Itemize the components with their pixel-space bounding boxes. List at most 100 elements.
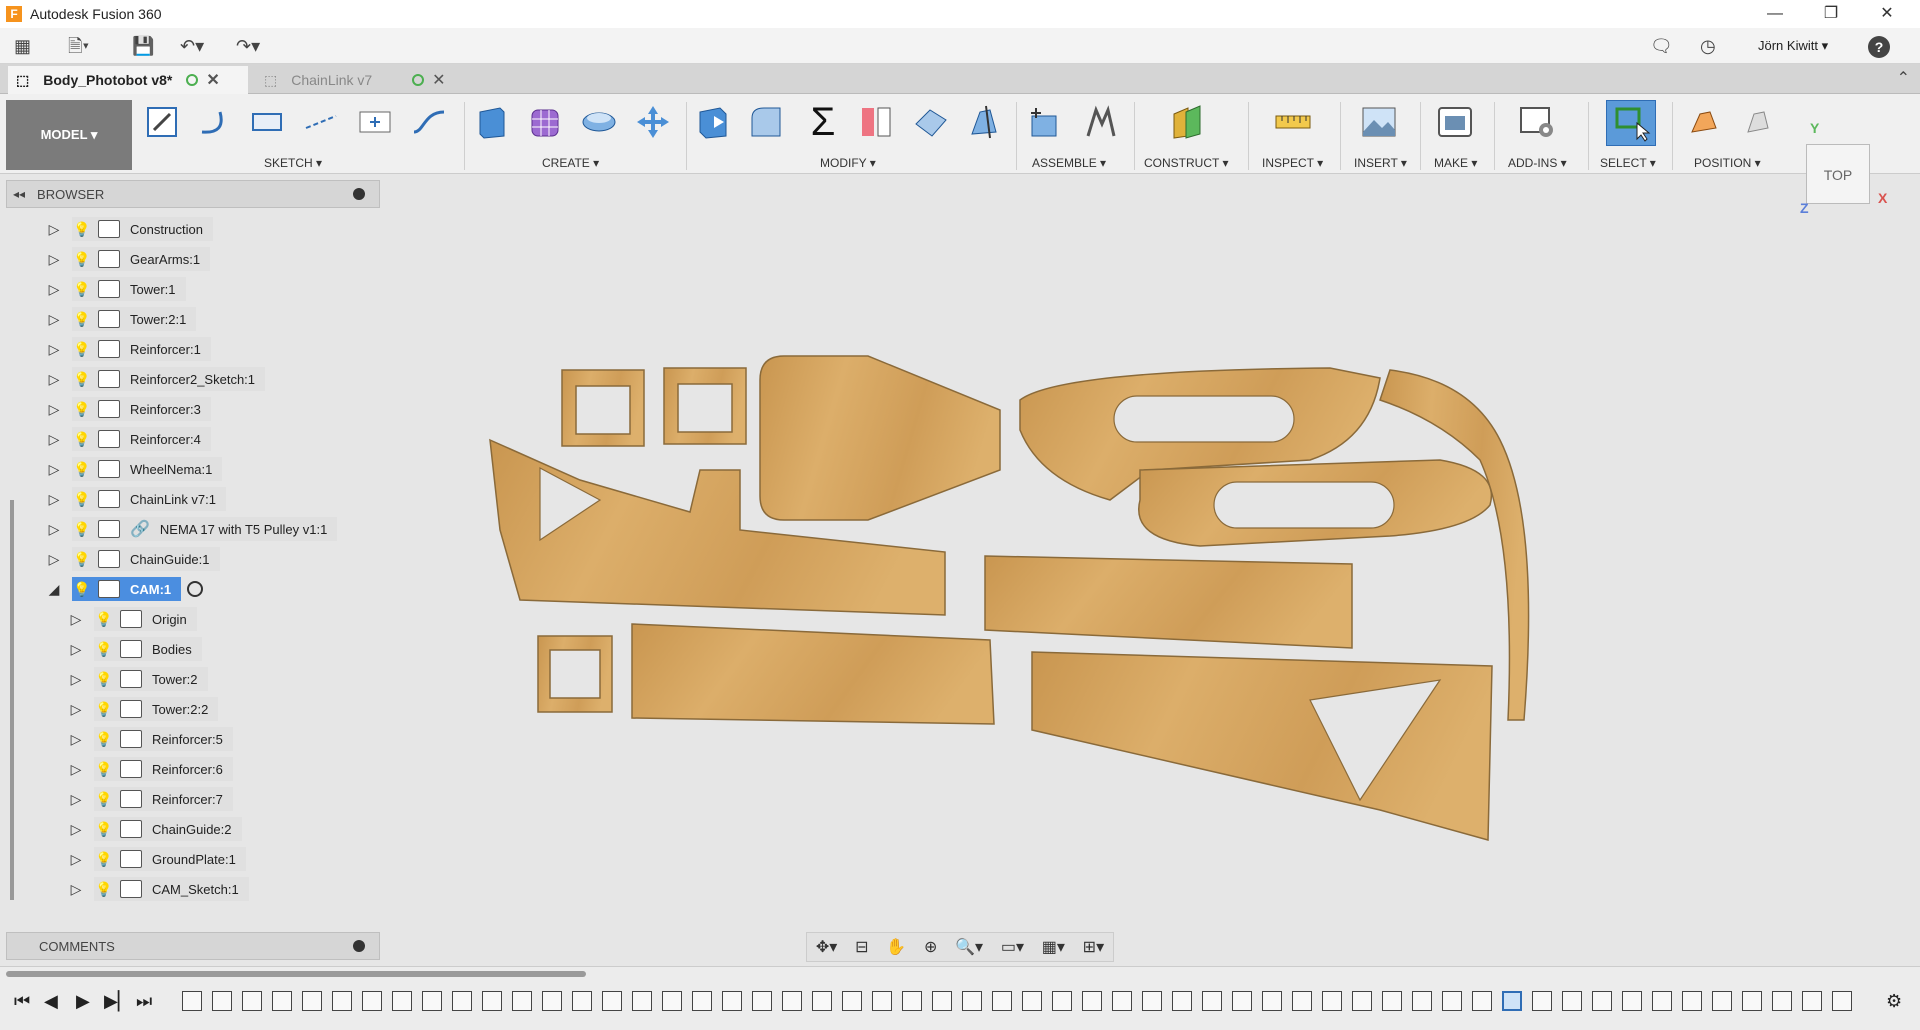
close-tab-icon[interactable]: ✕ [206, 70, 219, 90]
timeline-scrollbar[interactable] [6, 971, 586, 977]
timeline-sketch-icon[interactable] [1052, 991, 1072, 1011]
timeline-sketch-icon[interactable] [692, 991, 712, 1011]
collapse-triangle-icon[interactable]: ◢ [44, 579, 64, 599]
timeline-joint-icon[interactable] [1742, 991, 1762, 1011]
tree-item-reinforcer-7[interactable]: ▷ 💡 Reinforcer:7 [66, 786, 233, 812]
joint-icon[interactable] [1082, 104, 1120, 140]
tree-item-groundplate[interactable]: ▷ 💡 GroundPlate:1 [66, 846, 246, 872]
tree-item-chainguide-2[interactable]: ▷ 💡 ChainGuide:2 [66, 816, 242, 842]
timeline-joint-icon[interactable] [1682, 991, 1702, 1011]
line-icon[interactable] [302, 104, 340, 140]
tree-item-reinforcer-6[interactable]: ▷ 💡 Reinforcer:6 [66, 756, 233, 782]
extrude-icon[interactable] [472, 104, 510, 140]
browser-scrollbar[interactable] [10, 500, 14, 900]
make-menu[interactable]: MAKE ▾ [1434, 156, 1477, 170]
visibility-bulb-icon[interactable]: 💡 [72, 459, 92, 479]
timeline-move-icon[interactable] [572, 991, 592, 1011]
timeline-sketch-icon[interactable] [542, 991, 562, 1011]
activate-component-icon[interactable] [187, 581, 204, 597]
visibility-bulb-icon[interactable]: 💡 [94, 879, 114, 899]
insert-image-icon[interactable] [1360, 104, 1398, 140]
add-comment-icon[interactable] [353, 940, 365, 952]
visibility-bulb-icon[interactable]: 💡 [94, 759, 114, 779]
timeline-joint-icon[interactable] [1832, 991, 1852, 1011]
visibility-bulb-icon[interactable]: 💡 [94, 669, 114, 689]
pan-hand-icon[interactable]: ✋ [886, 937, 906, 957]
tree-item-chainguide-1[interactable]: ▷ 💡 ChainGuide:1 [44, 546, 220, 572]
tree-item-tower-1[interactable]: ▷ 💡 Tower:1 [44, 276, 186, 302]
collapse-ribbon-icon[interactable]: ⌃ [1897, 68, 1910, 88]
save-icon[interactable]: 💾 [132, 34, 154, 58]
visibility-bulb-icon[interactable]: 💡 [72, 549, 92, 569]
revert-position-icon[interactable] [1740, 104, 1778, 140]
timeline-sketch-icon[interactable] [482, 991, 502, 1011]
timeline-sketch-icon[interactable] [212, 991, 232, 1011]
tree-item-reinforcer-1[interactable]: ▷ 💡 Reinforcer:1 [44, 336, 211, 362]
timeline-sketch-icon[interactable] [362, 991, 382, 1011]
combine-icon[interactable] [858, 104, 896, 140]
collapse-browser-icon[interactable]: ◂◂ [13, 187, 25, 201]
tree-item-tower-2-1[interactable]: ▷ 💡 Tower:2:1 [44, 306, 197, 332]
grid-settings-icon[interactable]: ▦▾ [1042, 937, 1065, 957]
help-icon[interactable]: ? [1868, 36, 1890, 58]
viewports-icon[interactable]: ⊞▾ [1083, 937, 1104, 957]
tab-chainlink[interactable]: ⬚ ChainLink v7 ✕ [256, 66, 496, 94]
timeline-extrude-icon[interactable] [332, 991, 352, 1011]
go-to-end-icon[interactable]: ⏭ [136, 991, 152, 1012]
expand-triangle-icon[interactable]: ▷ [44, 549, 64, 569]
timeline-current-sketch-icon[interactable] [1502, 991, 1522, 1011]
step-forward-icon[interactable]: ▶▏ [104, 991, 132, 1012]
expand-triangle-icon[interactable]: ▷ [44, 489, 64, 509]
expand-triangle-icon[interactable]: ▷ [44, 339, 64, 359]
timeline-sketch-icon[interactable] [812, 991, 832, 1011]
restore-button[interactable]: ❐ [1804, 0, 1858, 28]
user-account-menu[interactable]: Jörn Kiwitt ▾ [1758, 38, 1828, 54]
file-menu-icon[interactable]: 🗎▾ [68, 34, 89, 58]
viewcube-top-face[interactable]: TOP [1806, 144, 1870, 204]
visibility-bulb-icon[interactable]: 💡 [94, 729, 114, 749]
timeline-joint-icon[interactable] [1622, 991, 1642, 1011]
timeline-sketch-icon[interactable] [1292, 991, 1312, 1011]
timeline-sketch-icon[interactable] [1232, 991, 1252, 1011]
orbit-icon[interactable]: ✥▾ [816, 937, 837, 957]
visibility-bulb-icon[interactable]: 💡 [72, 519, 92, 539]
add-ins-menu[interactable]: ADD-INS ▾ [1508, 156, 1567, 170]
display-settings-icon[interactable]: ▭▾ [1001, 937, 1024, 957]
visibility-bulb-icon[interactable]: 💡 [94, 789, 114, 809]
inspect-menu[interactable]: INSPECT ▾ [1262, 156, 1323, 170]
timeline-sketch-icon[interactable] [422, 991, 442, 1011]
tree-item-wheelnema[interactable]: ▷ 💡 WheelNema:1 [44, 456, 223, 482]
visibility-bulb-icon[interactable]: 💡 [72, 279, 92, 299]
visibility-bulb-icon[interactable]: 💡 [94, 849, 114, 869]
close-button[interactable]: ✕ [1860, 0, 1914, 28]
visibility-bulb-icon[interactable]: 💡 [72, 309, 92, 329]
timeline-sketch-icon[interactable] [1352, 991, 1372, 1011]
tree-item-reinforcer-3[interactable]: ▷ 💡 Reinforcer:3 [44, 396, 211, 422]
expand-triangle-icon[interactable]: ▷ [66, 849, 86, 869]
redo-icon[interactable]: ↷▾ [236, 34, 260, 58]
create-sketch-icon[interactable] [144, 104, 182, 140]
spline-icon[interactable] [410, 104, 448, 140]
tree-item-reinforcer2-sketch[interactable]: ▷ 💡 Reinforcer2_Sketch:1 [44, 366, 266, 392]
offset-plane-icon[interactable] [1168, 104, 1206, 140]
timeline-sketch-icon[interactable] [1412, 991, 1432, 1011]
expand-triangle-icon[interactable]: ▷ [44, 429, 64, 449]
timeline-sketch-icon[interactable] [992, 991, 1012, 1011]
assemble-menu[interactable]: ASSEMBLE ▾ [1032, 156, 1106, 170]
sketch-menu[interactable]: SKETCH ▾ [264, 156, 322, 170]
job-status-clock-icon[interactable]: ◷ [1700, 34, 1716, 58]
expand-triangle-icon[interactable]: ▷ [44, 219, 64, 239]
timeline-extrude-icon[interactable] [842, 991, 862, 1011]
expand-triangle-icon[interactable]: ▷ [66, 729, 86, 749]
timeline-sketch-icon[interactable] [302, 991, 322, 1011]
move-icon[interactable] [634, 104, 672, 140]
timeline-sketch-icon[interactable] [932, 991, 952, 1011]
visibility-bulb-icon[interactable]: 💡 [72, 249, 92, 269]
timeline-extrude-icon[interactable] [902, 991, 922, 1011]
timeline-sketch-icon[interactable] [182, 991, 202, 1011]
visibility-bulb-icon[interactable]: 💡 [94, 639, 114, 659]
timeline-joint-icon[interactable] [1652, 991, 1672, 1011]
timeline-extrude-icon[interactable] [1262, 991, 1282, 1011]
workspace-switcher[interactable]: MODEL ▾ [6, 100, 132, 170]
new-component-icon[interactable] [1026, 104, 1064, 140]
